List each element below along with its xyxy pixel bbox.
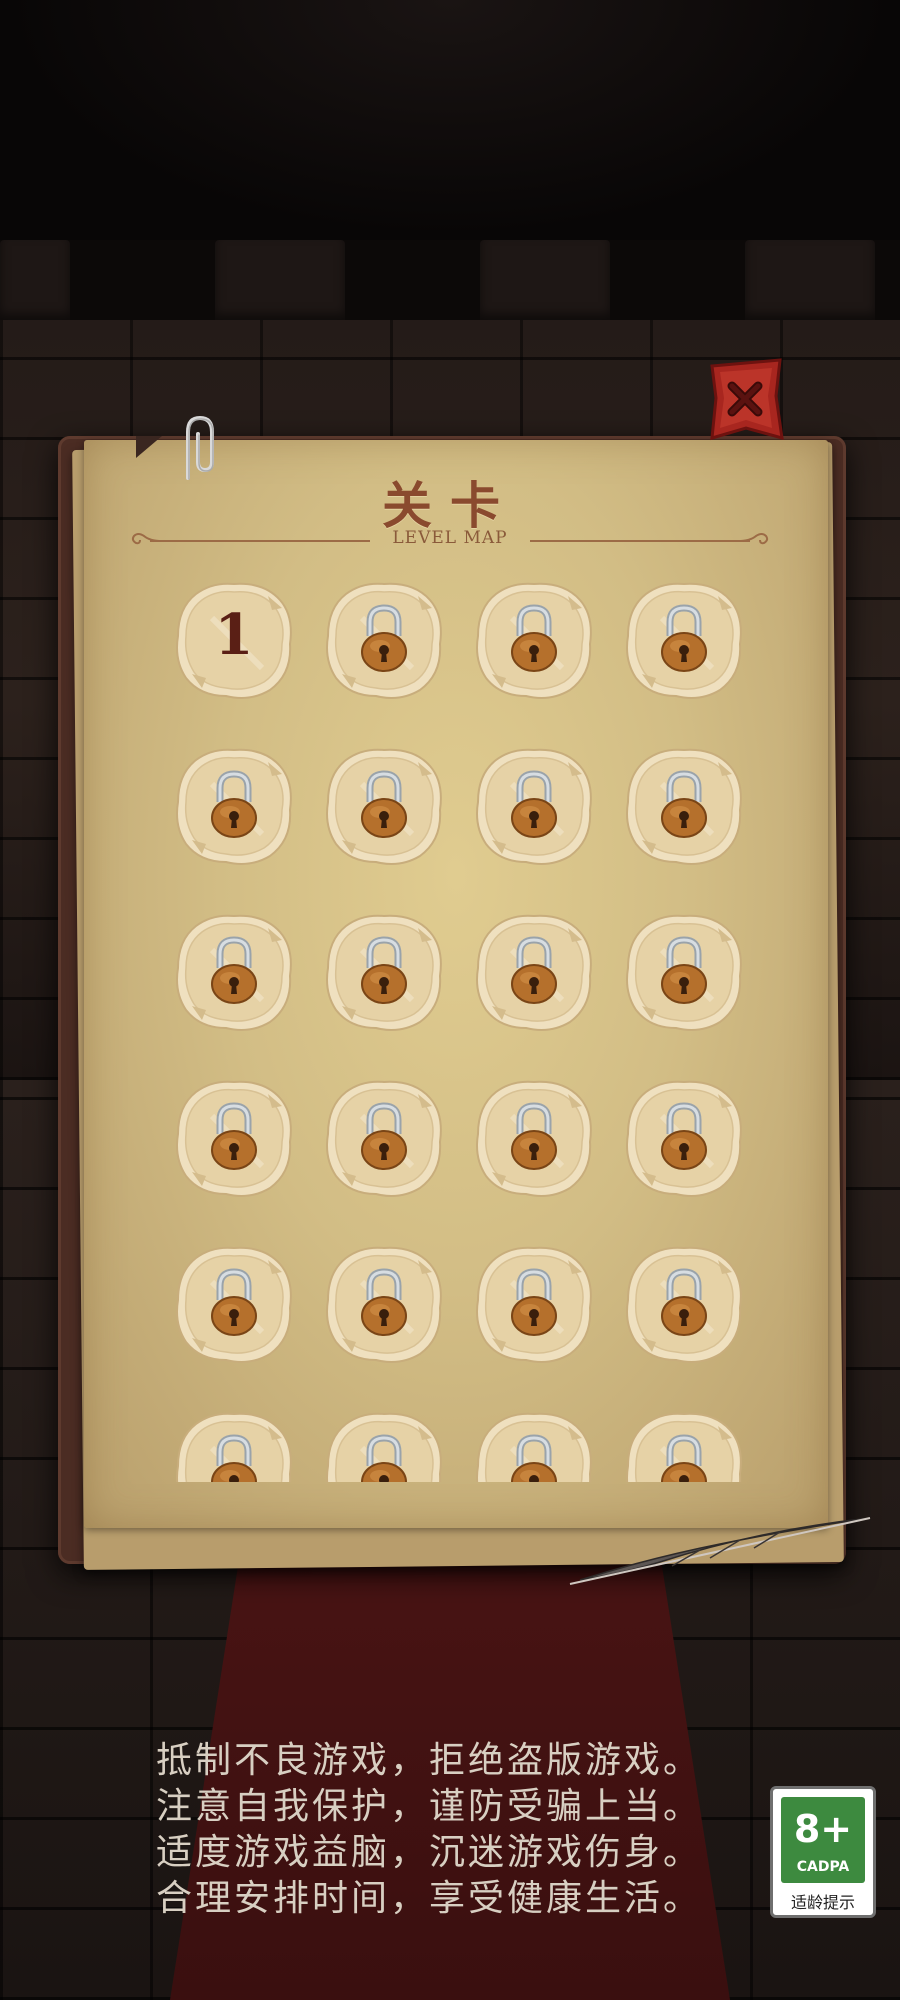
close-button[interactable]: [706, 358, 786, 444]
padlock-icon: [361, 770, 407, 838]
level-tile-locked[interactable]: [172, 744, 296, 868]
level-tile-locked[interactable]: [472, 578, 596, 702]
level-tile-locked[interactable]: [472, 910, 596, 1034]
padlock-icon: [211, 936, 257, 1004]
padlock-icon: [211, 770, 257, 838]
padlock-icon: [661, 936, 707, 1004]
padlock-icon: [661, 1102, 707, 1170]
level-tile-locked[interactable]: [322, 578, 446, 702]
health-notice: 抵制不良游戏，拒绝盗版游戏。 注意自我保护，谨防受骗上当。 适度游戏益脑，沉迷游…: [156, 1738, 756, 1922]
level-tile-unlocked[interactable]: 1: [172, 578, 296, 702]
level-tile-locked[interactable]: [322, 1076, 446, 1200]
health-notice-line: 注意自我保护，谨防受骗上当。: [156, 1786, 703, 1827]
level-tile-locked[interactable]: [622, 578, 746, 702]
padlock-icon: [361, 1102, 407, 1170]
padlock-icon: [361, 1434, 407, 1482]
close-x-icon: [710, 358, 784, 441]
age-rating-org: CADPA: [796, 1859, 850, 1875]
padlock-icon: [511, 1268, 557, 1336]
health-notice-line: 抵制不良游戏，拒绝盗版游戏。: [156, 1740, 703, 1781]
page-subtitle: LEVEL MAP: [392, 528, 508, 548]
level-tile-locked[interactable]: [472, 1076, 596, 1200]
quill-feather-icon: [569, 1517, 871, 1585]
subtitle-ornament: LEVEL MAP: [130, 526, 770, 556]
level-grid: 1: [84, 570, 828, 1482]
age-rating-badge: 8+ CADPA 适龄提示: [770, 1786, 876, 1918]
padlock-icon: [361, 936, 407, 1004]
level-tile-locked[interactable]: [172, 910, 296, 1034]
padlock-icon: [661, 770, 707, 838]
padlock-icon: [511, 1102, 557, 1170]
level-tile-locked[interactable]: [622, 1242, 746, 1366]
health-notice-line: 合理安排时间，享受健康生活。: [156, 1878, 703, 1919]
age-rating-label: 适龄提示: [790, 1893, 855, 1912]
padlock-icon: [211, 1434, 257, 1482]
padlock-icon: [511, 770, 557, 838]
level-tile-locked[interactable]: [472, 1408, 596, 1482]
level-tile-locked[interactable]: [322, 744, 446, 868]
level-tile-locked[interactable]: [172, 1408, 296, 1482]
padlock-icon: [661, 1268, 707, 1336]
level-tile-locked[interactable]: [622, 1076, 746, 1200]
level-tile-locked[interactable]: [622, 910, 746, 1034]
level-number: 1: [214, 602, 254, 668]
padlock-icon: [661, 1434, 707, 1482]
health-notice-line: 适度游戏益脑，沉迷游戏伤身。: [156, 1832, 703, 1873]
age-rating-value: 8+: [793, 1807, 853, 1851]
padlock-icon: [361, 1268, 407, 1336]
level-tile-locked[interactable]: [472, 1242, 596, 1366]
level-tile-locked[interactable]: [172, 1242, 296, 1366]
level-tile-locked[interactable]: [622, 1408, 746, 1482]
level-tile-locked[interactable]: [472, 744, 596, 868]
padlock-icon: [511, 604, 557, 672]
padlock-icon: [661, 604, 707, 672]
level-tile-locked[interactable]: [622, 744, 746, 868]
padlock-icon: [211, 1102, 257, 1170]
level-tile-locked[interactable]: [322, 1242, 446, 1366]
padlock-icon: [511, 936, 557, 1004]
level-tile-locked[interactable]: [172, 1076, 296, 1200]
padlock-icon: [511, 1434, 557, 1482]
padlock-icon: [361, 604, 407, 672]
level-tile-locked[interactable]: [322, 1408, 446, 1482]
level-tile-locked[interactable]: [322, 910, 446, 1034]
padlock-icon: [211, 1268, 257, 1336]
